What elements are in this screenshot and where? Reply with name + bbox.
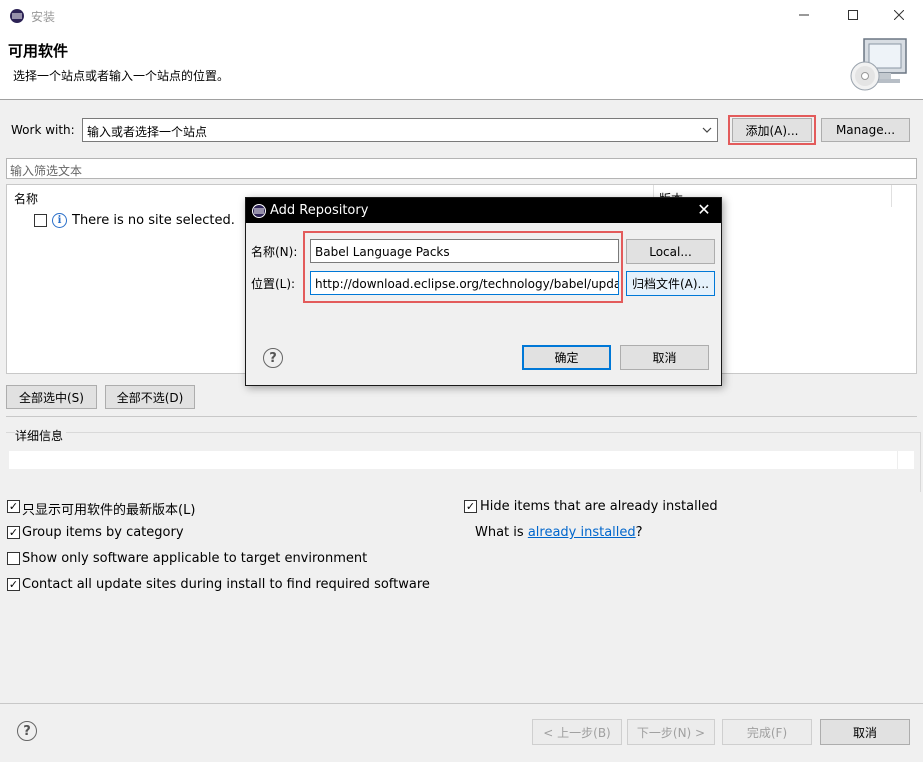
dialog-titlebar: Add Repository ✕ xyxy=(246,198,721,223)
details-label: 详细信息 xyxy=(15,427,67,444)
minimize-icon[interactable] xyxy=(781,0,827,30)
filter-input[interactable]: 输入筛选文本 xyxy=(6,158,917,179)
hide-installed-checkbox[interactable]: ✓ xyxy=(464,500,477,513)
back-button[interactable]: < 上一步(B) xyxy=(532,719,622,745)
column-header-name[interactable]: 名称 xyxy=(14,190,38,207)
window-titlebar: 安装 xyxy=(0,0,923,32)
close-icon[interactable] xyxy=(876,0,922,30)
separator xyxy=(0,703,923,704)
dialog-cancel-button[interactable]: 取消 xyxy=(620,345,709,370)
target-env-checkbox[interactable] xyxy=(7,552,20,565)
help-icon[interactable]: ? xyxy=(263,348,283,368)
install-monitor-icon xyxy=(850,38,907,91)
help-icon[interactable]: ? xyxy=(17,721,37,741)
name-label: 名称(N): xyxy=(251,245,298,259)
page-title: 可用软件 xyxy=(8,42,69,60)
ok-button[interactable]: 确定 xyxy=(522,345,611,370)
inputs-highlight xyxy=(303,231,623,303)
column-divider xyxy=(891,185,892,207)
close-icon[interactable]: ✕ xyxy=(694,200,714,219)
info-icon: i xyxy=(52,213,67,228)
finish-button[interactable]: 完成(F) xyxy=(722,719,812,745)
tree-row-label: There is no site selected. xyxy=(72,213,235,228)
dialog-title: Add Repository xyxy=(270,203,369,218)
what-is-prefix: What is xyxy=(475,525,528,540)
work-with-label: Work with: xyxy=(11,123,75,137)
hide-installed-label: Hide items that are already installed xyxy=(480,499,718,514)
page-description: 选择一个站点或者输入一个站点的位置。 xyxy=(13,69,230,83)
contact-all-checkbox[interactable]: ✓ xyxy=(7,578,20,591)
local-button[interactable]: Local... xyxy=(626,239,715,264)
latest-only-checkbox[interactable]: ✓ xyxy=(7,500,20,513)
filter-placeholder: 输入筛选文本 xyxy=(10,164,83,178)
eclipse-icon xyxy=(252,204,266,218)
cancel-button[interactable]: 取消 xyxy=(820,719,910,745)
add-repository-dialog: Add Repository ✕ 名称(N): 位置(L): Babel Lan… xyxy=(245,197,722,386)
archive-button[interactable]: 归档文件(A)... xyxy=(626,271,715,296)
work-with-placeholder: 输入或者选择一个站点 xyxy=(87,125,208,139)
add-button[interactable]: 添加(A)... xyxy=(732,118,812,142)
separator xyxy=(6,416,917,417)
latest-only-label: 只显示可用软件的最新版本(L) xyxy=(22,503,196,518)
wizard-header: 可用软件 选择一个站点或者输入一个站点的位置。 xyxy=(0,32,923,100)
chevron-down-icon[interactable] xyxy=(697,119,717,141)
details-text-area[interactable] xyxy=(9,451,897,469)
work-with-combo[interactable]: 输入或者选择一个站点 xyxy=(82,118,718,142)
window-title: 安装 xyxy=(31,10,56,24)
already-installed-link[interactable]: already installed xyxy=(528,525,636,540)
deselect-all-button[interactable]: 全部不选(D) xyxy=(105,385,195,409)
details-scrollbar[interactable] xyxy=(897,451,914,469)
target-env-label: Show only software applicable to target … xyxy=(22,551,368,566)
next-button[interactable]: 下一步(N) > xyxy=(627,719,715,745)
manage-button[interactable]: Manage... xyxy=(821,118,910,142)
maximize-icon[interactable] xyxy=(830,0,876,30)
eclipse-icon xyxy=(10,9,24,23)
tree-row-checkbox[interactable] xyxy=(34,214,47,227)
group-by-category-label: Group items by category xyxy=(22,525,184,540)
what-is-text: What is already installed? xyxy=(475,525,643,540)
select-all-button[interactable]: 全部选中(S) xyxy=(6,385,97,409)
location-label: 位置(L): xyxy=(251,277,296,291)
group-by-category-checkbox[interactable]: ✓ xyxy=(7,526,20,539)
what-is-suffix: ? xyxy=(635,525,643,540)
contact-all-label: Contact all update sites during install … xyxy=(22,577,430,592)
